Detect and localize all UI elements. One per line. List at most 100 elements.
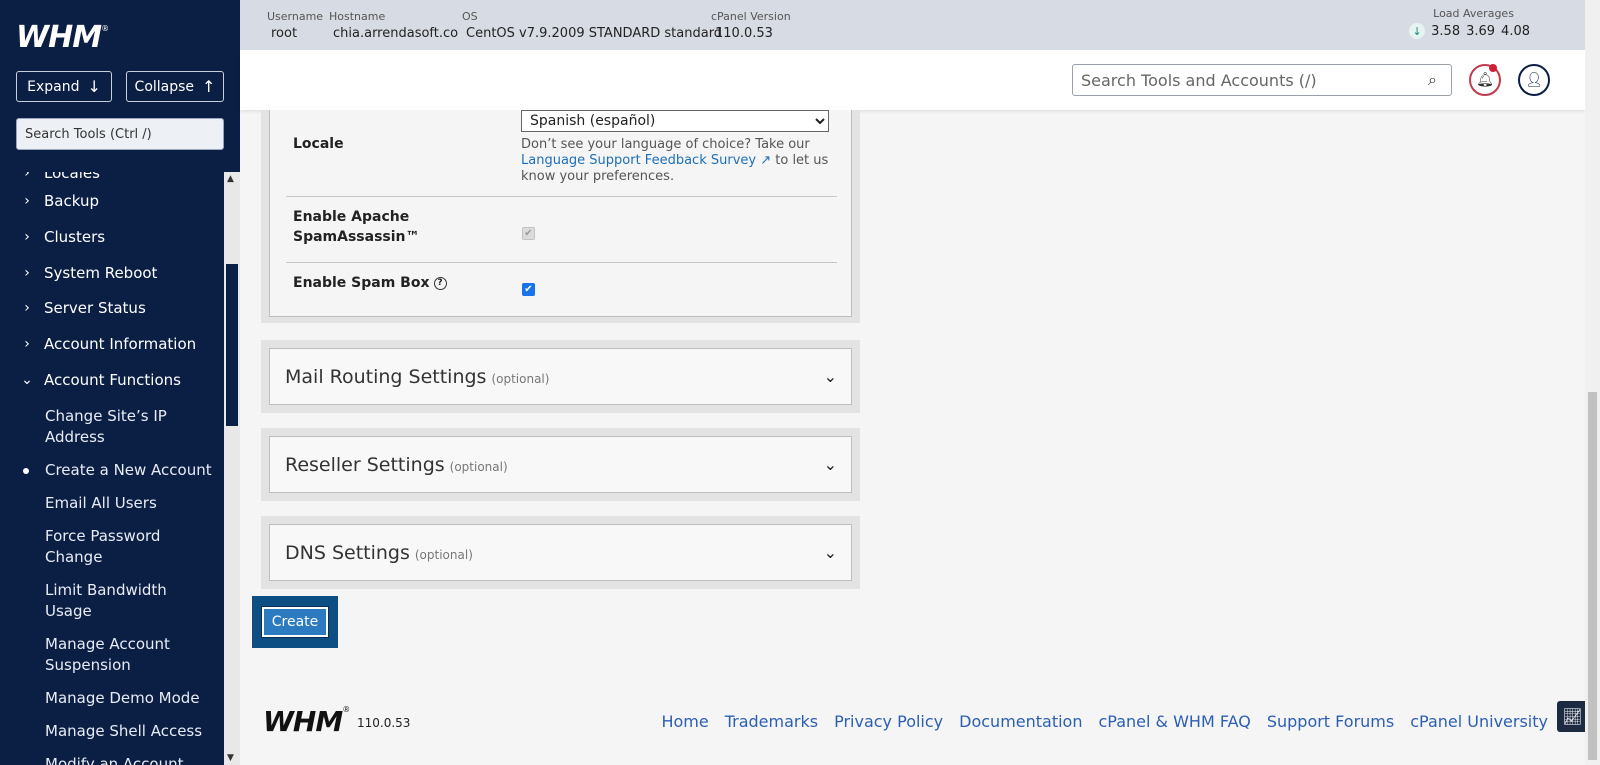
footer-link-privacy-policy[interactable]: Privacy Policy <box>834 712 943 731</box>
chevron-right-icon: › <box>24 300 30 316</box>
sidebar-subitem-modify-account[interactable]: Modify an Account <box>45 754 215 765</box>
footer-whm-logo: WHM® <box>263 705 351 738</box>
os-label: OS <box>462 10 478 23</box>
sidebar-subitem-manage-demo-mode[interactable]: Manage Demo Mode <box>45 688 215 709</box>
sidebar-item-backup[interactable]: › Backup <box>0 186 99 216</box>
load-15min: 4.08 <box>1501 23 1530 39</box>
chevron-right-icon: › <box>24 265 30 281</box>
page-scroll-thumb[interactable] <box>1588 392 1597 760</box>
section-optional-tag: (optional) <box>449 459 508 474</box>
sidebar-item-account-functions[interactable]: ⌄ Account Functions <box>0 365 181 395</box>
arrow-down-icon: ↓ <box>1409 23 1426 39</box>
load-averages: Load Averages ↓ 3.58 3.69 4.08 <box>1409 7 1530 39</box>
section-optional-tag: (optional) <box>491 371 550 386</box>
create-button[interactable]: Create <box>261 606 329 638</box>
sidebar-item-account-information[interactable]: › Account Information <box>0 329 196 359</box>
hostname-label: Hostname <box>329 10 386 23</box>
sidebar-subitem-manage-suspension[interactable]: Manage Account Suspension <box>45 634 215 676</box>
whm-logo[interactable]: WHM® <box>16 20 109 55</box>
sidebar-search-input[interactable] <box>16 118 224 150</box>
sidebar-item-server-status[interactable]: › Server Status <box>0 293 146 323</box>
sidebar-nav: › Locales › Backup › Clusters › System R… <box>0 172 224 765</box>
footer-link-cpanel-university[interactable]: cPanel University <box>1410 712 1548 731</box>
footer-links: Home Trademarks Privacy Policy Documenta… <box>661 712 1548 731</box>
username-info: Username root <box>267 10 323 41</box>
apache-spamassassin-checkbox[interactable]: ✔ <box>522 227 535 240</box>
section-optional-tag: (optional) <box>414 547 473 562</box>
divider <box>286 262 837 263</box>
locale-settings-panel: Locale Spanish (español) Don’t see your … <box>261 110 860 323</box>
section-title: DNS Settings <box>285 541 410 564</box>
language-survey-link[interactable]: Language Support Feedback Survey ↗ <box>521 153 771 168</box>
hostname-info: Hostname chia.arrendasoft.co <box>329 10 458 41</box>
user-icon: 👤︎ <box>1525 72 1543 88</box>
apache-spamassassin-label: Enable Apache SpamAssassin™ <box>293 209 420 245</box>
user-menu-button[interactable]: 👤︎ <box>1518 64 1550 96</box>
footer-link-documentation[interactable]: Documentation <box>959 712 1082 731</box>
analytics-button[interactable]: 📈︎ <box>1557 701 1588 732</box>
expand-button[interactable]: Expand ↓ <box>16 71 112 102</box>
locale-help-text-1: Don’t see your language of choice? Take … <box>521 137 810 152</box>
dns-section: DNS Settings (optional) ⌄ <box>261 516 860 589</box>
scroll-down-icon[interactable]: ▼ <box>227 753 234 763</box>
help-icon[interactable]: ? <box>433 276 447 290</box>
search-icon[interactable]: ⌕ <box>1428 70 1437 90</box>
create-button-focus-ring: Create <box>252 596 338 648</box>
reseller-toggle[interactable]: Reseller Settings (optional) ⌄ <box>269 436 852 493</box>
sidebar-subitem-create-new-account[interactable]: Create a New Account <box>23 460 215 481</box>
sidebar-scrollbar[interactable]: ▲ ▼ <box>224 172 240 765</box>
tools-accounts-search-input[interactable] <box>1072 64 1452 96</box>
mail-routing-toggle[interactable]: Mail Routing Settings (optional) ⌄ <box>269 348 852 405</box>
footer-link-home[interactable]: Home <box>661 712 708 731</box>
username-label: Username <box>267 10 324 23</box>
sidebar-item-label: Server Status <box>44 299 146 317</box>
footer-link-faq[interactable]: cPanel & WHM FAQ <box>1098 712 1250 731</box>
footer-link-trademarks[interactable]: Trademarks <box>725 712 818 731</box>
sidebar-subitem-email-all-users[interactable]: Email All Users <box>45 493 215 514</box>
os-value: CentOS v7.9.2009 STANDARD standard <box>466 26 723 41</box>
sidebar-subitem-limit-bandwidth[interactable]: Limit Bandwidth Usage <box>45 580 215 622</box>
notification-badge <box>1489 64 1497 72</box>
chart-icon: 📈︎ <box>1562 707 1583 726</box>
arrow-up-icon: ↑ <box>202 77 216 96</box>
spam-box-checkbox[interactable]: ✔ <box>522 283 535 296</box>
sidebar-subitem-change-site-ip[interactable]: Change Site’s IP Address <box>45 406 215 448</box>
sidebar-subitem-manage-shell-access[interactable]: Manage Shell Access <box>45 721 215 742</box>
page-scrollbar[interactable] <box>1585 0 1600 765</box>
sidebar-item-clusters[interactable]: › Clusters <box>0 222 105 252</box>
collapse-label: Collapse <box>134 78 195 95</box>
load-averages-label: Load Averages <box>1433 7 1514 20</box>
sidebar-item-label: Account Information <box>44 335 197 353</box>
footer-link-support-forums[interactable]: Support Forums <box>1267 712 1394 731</box>
arrow-down-icon: ↓ <box>87 77 101 96</box>
sidebar-item-system-reboot[interactable]: › System Reboot <box>0 258 157 288</box>
bell-icon: 🔔︎ <box>1476 72 1494 88</box>
sidebar-item-label: Locales <box>44 172 100 182</box>
chevron-down-icon: ⌄ <box>21 372 33 388</box>
chevron-down-icon: ⌄ <box>823 455 837 474</box>
collapse-button[interactable]: Collapse ↑ <box>126 71 224 102</box>
sidebar-item-label: Account Functions <box>44 371 181 389</box>
locale-select[interactable]: Spanish (español) <box>521 110 829 132</box>
dns-toggle[interactable]: DNS Settings (optional) ⌄ <box>269 524 852 581</box>
sidebar-subitem-force-password-change[interactable]: Force Password Change <box>45 526 215 568</box>
scroll-up-icon[interactable]: ▲ <box>227 174 234 184</box>
sidebar-scroll-thumb[interactable] <box>226 264 238 426</box>
sidebar: WHM® Expand ↓ Collapse ↑ › Locales › Bac… <box>0 0 240 765</box>
section-title: Mail Routing Settings <box>285 365 487 388</box>
chevron-down-icon: ⌄ <box>823 543 837 562</box>
hostname-value: chia.arrendasoft.co <box>333 26 459 41</box>
section-title: Reseller Settings <box>285 453 445 476</box>
os-info: OS CentOS v7.9.2009 STANDARD standard <box>462 10 722 41</box>
external-link-icon: ↗ <box>760 153 772 168</box>
username-value: root <box>271 26 298 41</box>
chevron-down-icon: ⌄ <box>823 367 837 386</box>
cpanel-version-value: 110.0.53 <box>715 26 773 41</box>
footer-version: 110.0.53 <box>357 716 411 730</box>
chevron-right-icon: › <box>24 229 30 245</box>
header-toolbar: ⌕ 🔔︎ 👤︎ <box>240 50 1585 110</box>
locale-label: Locale <box>293 136 344 152</box>
spam-box-label-row: Enable Spam Box? <box>293 273 447 293</box>
chevron-right-icon: › <box>24 172 30 181</box>
locale-settings-inner: Locale Spanish (español) Don’t see your … <box>269 110 852 317</box>
